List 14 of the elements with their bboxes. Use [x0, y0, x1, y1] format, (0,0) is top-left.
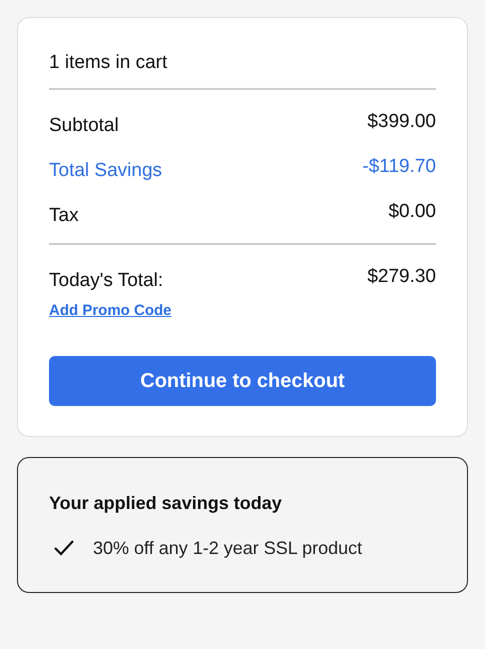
line-label: Tax	[49, 204, 79, 228]
checkout-button[interactable]: Continue to checkout	[49, 356, 436, 406]
line-label: Total Savings	[49, 159, 162, 183]
line-amount: $0.00	[388, 200, 436, 224]
promo-code-link[interactable]: Add Promo Code	[49, 300, 172, 322]
items-count: 1 items in cart	[49, 51, 168, 75]
line-amount: -$119.70	[362, 155, 436, 179]
total-label: Today's Total:	[49, 269, 164, 293]
savings-title: Your applied savings today	[49, 492, 283, 515]
total-amount: $279.30	[367, 265, 436, 289]
line-amount: $399.00	[367, 110, 436, 134]
line-label: Subtotal	[49, 114, 119, 138]
checkmark-icon	[53, 539, 75, 557]
savings-item: 30% off any 1-2 year SSL product	[93, 536, 362, 560]
